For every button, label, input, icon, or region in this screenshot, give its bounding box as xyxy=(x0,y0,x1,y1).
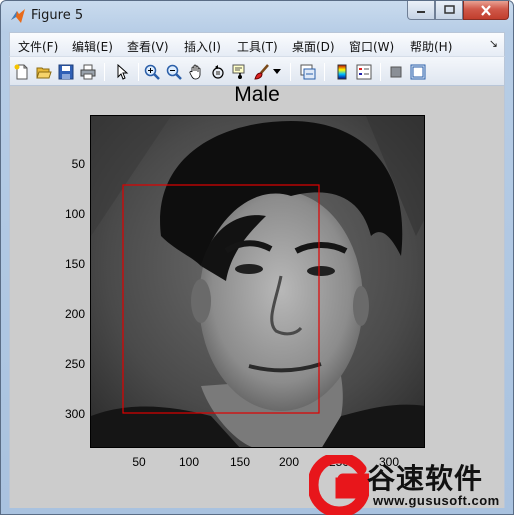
watermark-url: www.gususoft.com xyxy=(373,493,500,508)
minimize-icon xyxy=(417,11,425,13)
dropdown-arrow-icon[interactable] xyxy=(272,62,282,82)
menu-help[interactable]: 帮助(H) xyxy=(410,38,452,55)
menu-desktop[interactable]: 桌面(D) xyxy=(292,38,335,55)
menu-bar: 文件(F) 编辑(E) 查看(V) 插入(I) 工具(T) 桌面(D) 窗口(W… xyxy=(9,32,505,56)
y-tick-label: 50 xyxy=(71,157,85,171)
title-bar[interactable]: Figure 5 xyxy=(1,1,513,31)
close-button[interactable] xyxy=(463,1,509,20)
menu-overflow-icon[interactable]: ↘ xyxy=(489,37,498,50)
close-icon xyxy=(481,4,491,16)
brush-icon[interactable] xyxy=(252,62,272,82)
menu-tools[interactable]: 工具(T) xyxy=(237,38,278,55)
edit-plot-arrow-icon[interactable] xyxy=(112,62,132,82)
menu-view[interactable]: 查看(V) xyxy=(127,38,169,55)
menu-file[interactable]: 文件(F) xyxy=(18,38,58,55)
y-tick-label: 200 xyxy=(64,307,85,321)
menu-window[interactable]: 窗口(W) xyxy=(349,38,394,55)
matlab-icon xyxy=(11,9,25,23)
menu-insert[interactable]: 插入(I) xyxy=(184,38,221,55)
hide-plot-tools-icon[interactable] xyxy=(386,62,406,82)
y-tick-label: 100 xyxy=(64,207,85,221)
watermark: 谷速软件 www.gususoft.com xyxy=(309,455,514,515)
legend-icon[interactable] xyxy=(354,62,374,82)
save-icon[interactable] xyxy=(56,62,76,82)
y-tick-label: 250 xyxy=(64,357,85,371)
show-plot-tools-icon[interactable] xyxy=(408,62,428,82)
pan-hand-icon[interactable] xyxy=(186,62,206,82)
data-cursor-icon[interactable] xyxy=(230,62,250,82)
y-tick-label: 300 xyxy=(64,407,85,421)
x-tick-label: 50 xyxy=(132,455,146,469)
figure-toolbar xyxy=(9,56,505,86)
new-figure-icon[interactable] xyxy=(12,62,32,82)
maximize-button[interactable] xyxy=(435,1,463,20)
maximize-icon xyxy=(443,5,455,14)
colorbar-icon[interactable] xyxy=(332,62,352,82)
face-image xyxy=(91,116,424,447)
x-tick-label: 200 xyxy=(278,455,300,469)
x-tick-label: 100 xyxy=(178,455,200,469)
link-plot-icon[interactable] xyxy=(298,62,318,82)
plot-title: Male xyxy=(234,83,280,106)
minimize-button[interactable] xyxy=(407,1,435,20)
open-file-icon[interactable] xyxy=(34,62,54,82)
zoom-in-icon[interactable] xyxy=(142,62,162,82)
gususoft-logo-icon xyxy=(309,455,369,515)
window-title: Figure 5 xyxy=(31,8,84,23)
watermark-brand: 谷速软件 xyxy=(367,462,484,495)
image-axes[interactable] xyxy=(90,115,425,448)
menu-edit[interactable]: 编辑(E) xyxy=(72,38,113,55)
y-tick-label: 150 xyxy=(64,257,85,271)
print-icon[interactable] xyxy=(78,62,98,82)
zoom-out-icon[interactable] xyxy=(164,62,184,82)
x-tick-label: 150 xyxy=(229,455,251,469)
rotate-3d-icon[interactable] xyxy=(208,62,228,82)
